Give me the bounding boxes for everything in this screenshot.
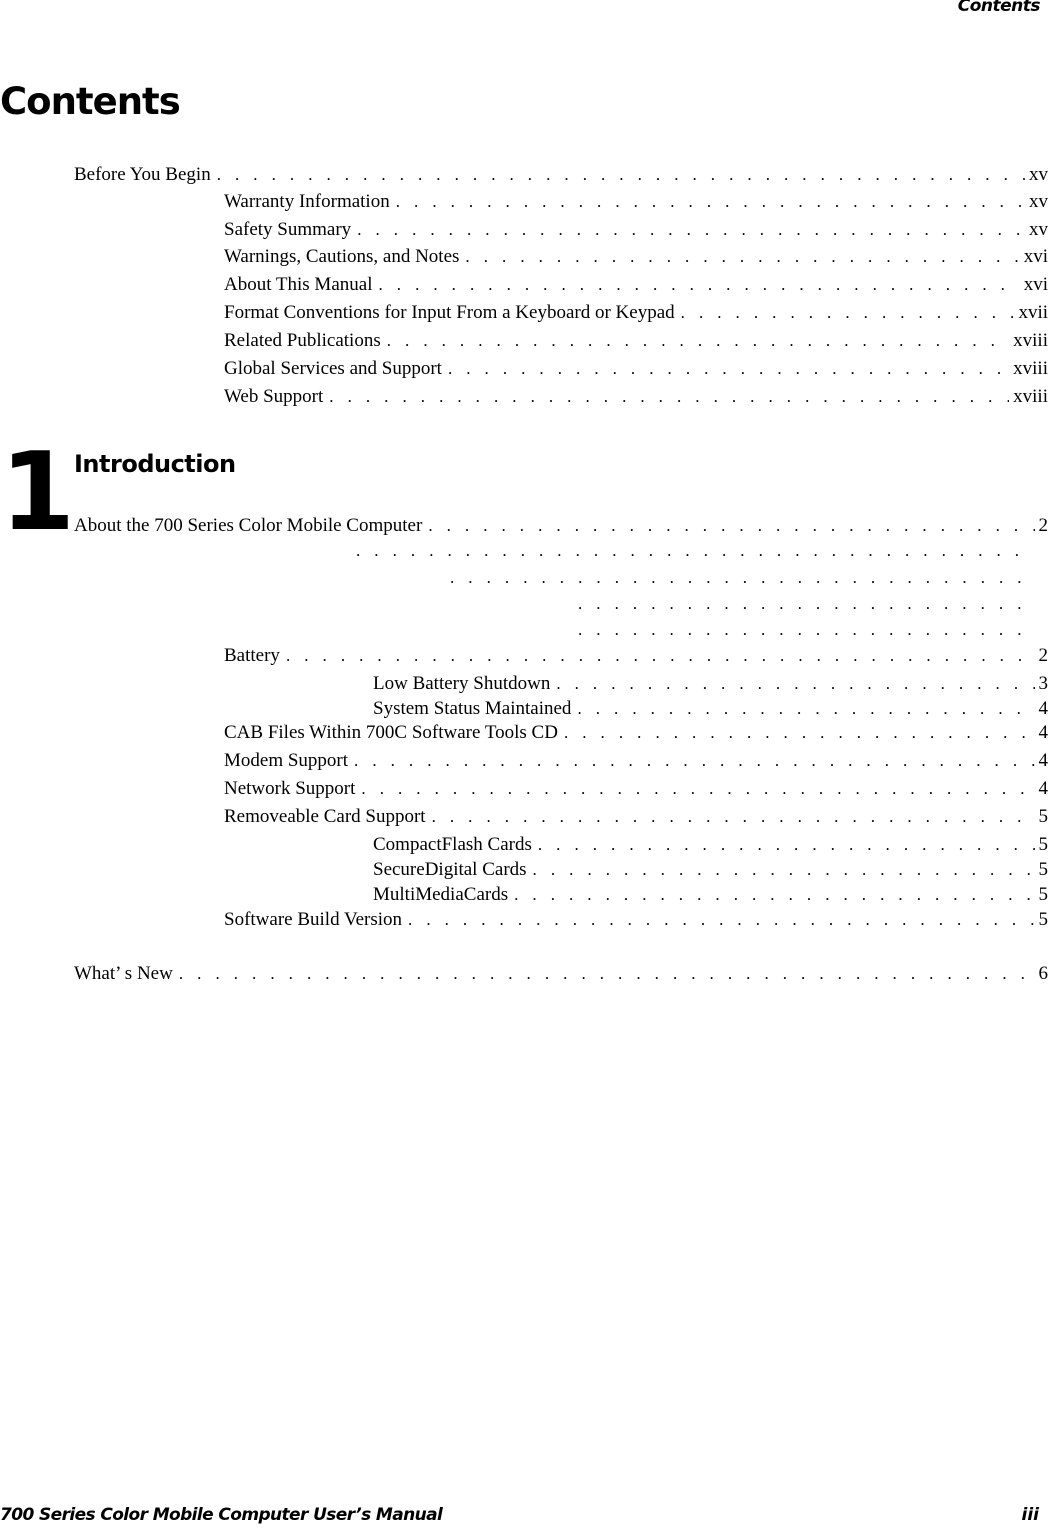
dot-leader: [538, 834, 1035, 856]
toc-entry-page: 5: [1038, 909, 1049, 930]
toc-entry-page: xv: [1029, 164, 1048, 185]
dot-leader: [286, 645, 1035, 667]
toc-entry-page: 5: [1038, 884, 1049, 905]
toc-entry-label: About This Manual: [224, 274, 373, 295]
dot-leader: [378, 274, 1019, 296]
toc-entry-label: SecureDigital Cards: [373, 859, 527, 880]
toc-entry-page: xvii: [1018, 302, 1048, 323]
toc-entry-whats-new[interactable]: What’ s New 6: [74, 963, 1048, 985]
dot-leader: [217, 164, 1025, 186]
toc-entry-before-you-begin[interactable]: Before You Begin xv: [74, 164, 1048, 186]
toc-entry-related-publications[interactable]: Related Publications xviii: [224, 330, 1048, 352]
toc-entry-label: About the 700 Series Color Mobile Comput…: [74, 515, 423, 536]
toc-entry-page: xviii: [1013, 358, 1048, 379]
toc-entry-page: xviii: [1013, 386, 1048, 407]
toc-entry-cab-files[interactable]: CAB Files Within 700C Software Tools CD …: [224, 722, 1048, 744]
toc-entry-label: CompactFlash Cards: [373, 834, 532, 855]
toc-entry-software-build-version[interactable]: Software Build Version 5: [224, 909, 1048, 931]
dot-leader-row: [356, 540, 1032, 562]
dot-leader: [361, 778, 1034, 800]
dot-leader: [465, 246, 1019, 268]
toc-entry-about-this-manual[interactable]: About This Manual xvi: [224, 274, 1048, 296]
running-header: Contents: [957, 0, 1041, 16]
toc-entry-label: Web Support: [224, 386, 324, 407]
toc-entry-removeable-card-support[interactable]: Removeable Card Support 5: [224, 806, 1048, 828]
toc-entry-page: xvi: [1023, 274, 1048, 295]
toc-entry-page: 5: [1038, 859, 1049, 880]
toc-entry-battery[interactable]: Battery 2: [224, 645, 1048, 667]
toc-entry-page: xvi: [1023, 246, 1048, 267]
toc-entry-warnings-cautions-notes[interactable]: Warnings, Cautions, and Notes xvi: [224, 246, 1048, 268]
toc-entry-safety-summary[interactable]: Safety Summary xv: [224, 219, 1048, 241]
toc-entry-label: Safety Summary: [224, 219, 352, 240]
chapter-number: 1: [0, 430, 75, 555]
toc-entry-global-services[interactable]: Global Services and Support xviii: [224, 358, 1048, 380]
dot-leader: [432, 806, 1035, 828]
toc-entry-label: Battery: [224, 645, 280, 666]
toc-entry-page: 5: [1038, 806, 1049, 827]
chapter-title: Introduction: [74, 450, 236, 478]
dot-leader-row: [578, 619, 1032, 641]
toc-entry-page: 2: [1038, 645, 1049, 666]
dot-leader: [564, 722, 1035, 744]
toc-entry-page: 4: [1038, 722, 1049, 743]
dot-leader: [681, 302, 1015, 324]
toc-entry-label: Global Services and Support: [224, 358, 442, 379]
toc-entry-page: 2: [1038, 515, 1049, 536]
dot-leader: [514, 884, 1034, 906]
dot-leader: [179, 963, 1035, 985]
dot-leader: [354, 750, 1034, 772]
toc-entry-warranty-information[interactable]: Warranty Information xv: [224, 191, 1048, 213]
toc-entry-label: Related Publications: [224, 330, 381, 351]
dot-leader: [428, 515, 1034, 537]
toc-entry-about-700-series[interactable]: About the 700 Series Color Mobile Comput…: [74, 515, 1048, 537]
toc-entry-label: Low Battery Shutdown: [373, 673, 551, 694]
toc-entry-modem-support[interactable]: Modem Support 4: [224, 750, 1048, 772]
toc-entry-page: 3: [1038, 673, 1049, 694]
toc-entry-label: CAB Files Within 700C Software Tools CD: [224, 722, 558, 743]
toc-entry-label: What’ s New: [74, 963, 173, 984]
toc-entry-label: Format Conventions for Input From a Keyb…: [224, 302, 675, 323]
toc-entry-low-battery-shutdown[interactable]: Low Battery Shutdown 3: [373, 673, 1048, 695]
toc-entry-label: MultiMediaCards: [373, 884, 509, 905]
dot-leader: [577, 698, 1034, 720]
toc-entry-compactflash-cards[interactable]: CompactFlash Cards 5: [373, 834, 1048, 856]
toc-entry-system-status-maintained[interactable]: System Status Maintained 4: [373, 698, 1048, 720]
dot-leader: [357, 219, 1025, 241]
toc-entry-page: 4: [1038, 698, 1049, 719]
toc-entry-label: Network Support: [224, 778, 356, 799]
dot-leader: [408, 909, 1034, 931]
toc-entry-format-conventions[interactable]: Format Conventions for Input From a Keyb…: [224, 302, 1048, 324]
toc-entry-page: 6: [1038, 963, 1049, 984]
toc-entry-label: Modem Support: [224, 750, 349, 771]
toc-entry-web-support[interactable]: Web Support xviii: [224, 386, 1048, 408]
toc-entry-securedigital-cards[interactable]: SecureDigital Cards 5: [373, 859, 1048, 881]
footer-page-number: iii: [1021, 1505, 1039, 1525]
dot-leader: [533, 859, 1035, 881]
page-title: Contents: [0, 80, 181, 123]
toc-entry-page: 4: [1038, 750, 1049, 771]
toc-entry-page: xv: [1029, 219, 1048, 240]
dot-leader: [329, 386, 1009, 408]
toc-entry-label: Before You Begin: [74, 164, 211, 185]
toc-entry-page: 4: [1038, 778, 1049, 799]
toc-entry-label: Warnings, Cautions, and Notes: [224, 246, 460, 267]
toc-entry-label: Software Build Version: [224, 909, 403, 930]
dot-leader: [396, 191, 1025, 213]
footer-manual-title: 700 Series Color Mobile Computer User’s …: [0, 1505, 443, 1525]
toc-entry-label: Warranty Information: [224, 191, 390, 212]
dot-leader-row: [450, 567, 1032, 589]
dot-leader: [448, 358, 1009, 380]
toc-entry-page: 5: [1038, 834, 1049, 855]
toc-entry-multimediacards[interactable]: MultiMediaCards 5: [373, 884, 1048, 906]
toc-entry-label: System Status Maintained: [373, 698, 572, 719]
toc-entry-label: Removeable Card Support: [224, 806, 426, 827]
toc-entry-page: xviii: [1013, 330, 1048, 351]
dot-leader: [387, 330, 1009, 352]
dot-leader: [556, 673, 1034, 695]
dot-leader-row: [578, 593, 1032, 615]
toc-entry-network-support[interactable]: Network Support 4: [224, 778, 1048, 800]
toc-entry-page: xv: [1029, 191, 1048, 212]
